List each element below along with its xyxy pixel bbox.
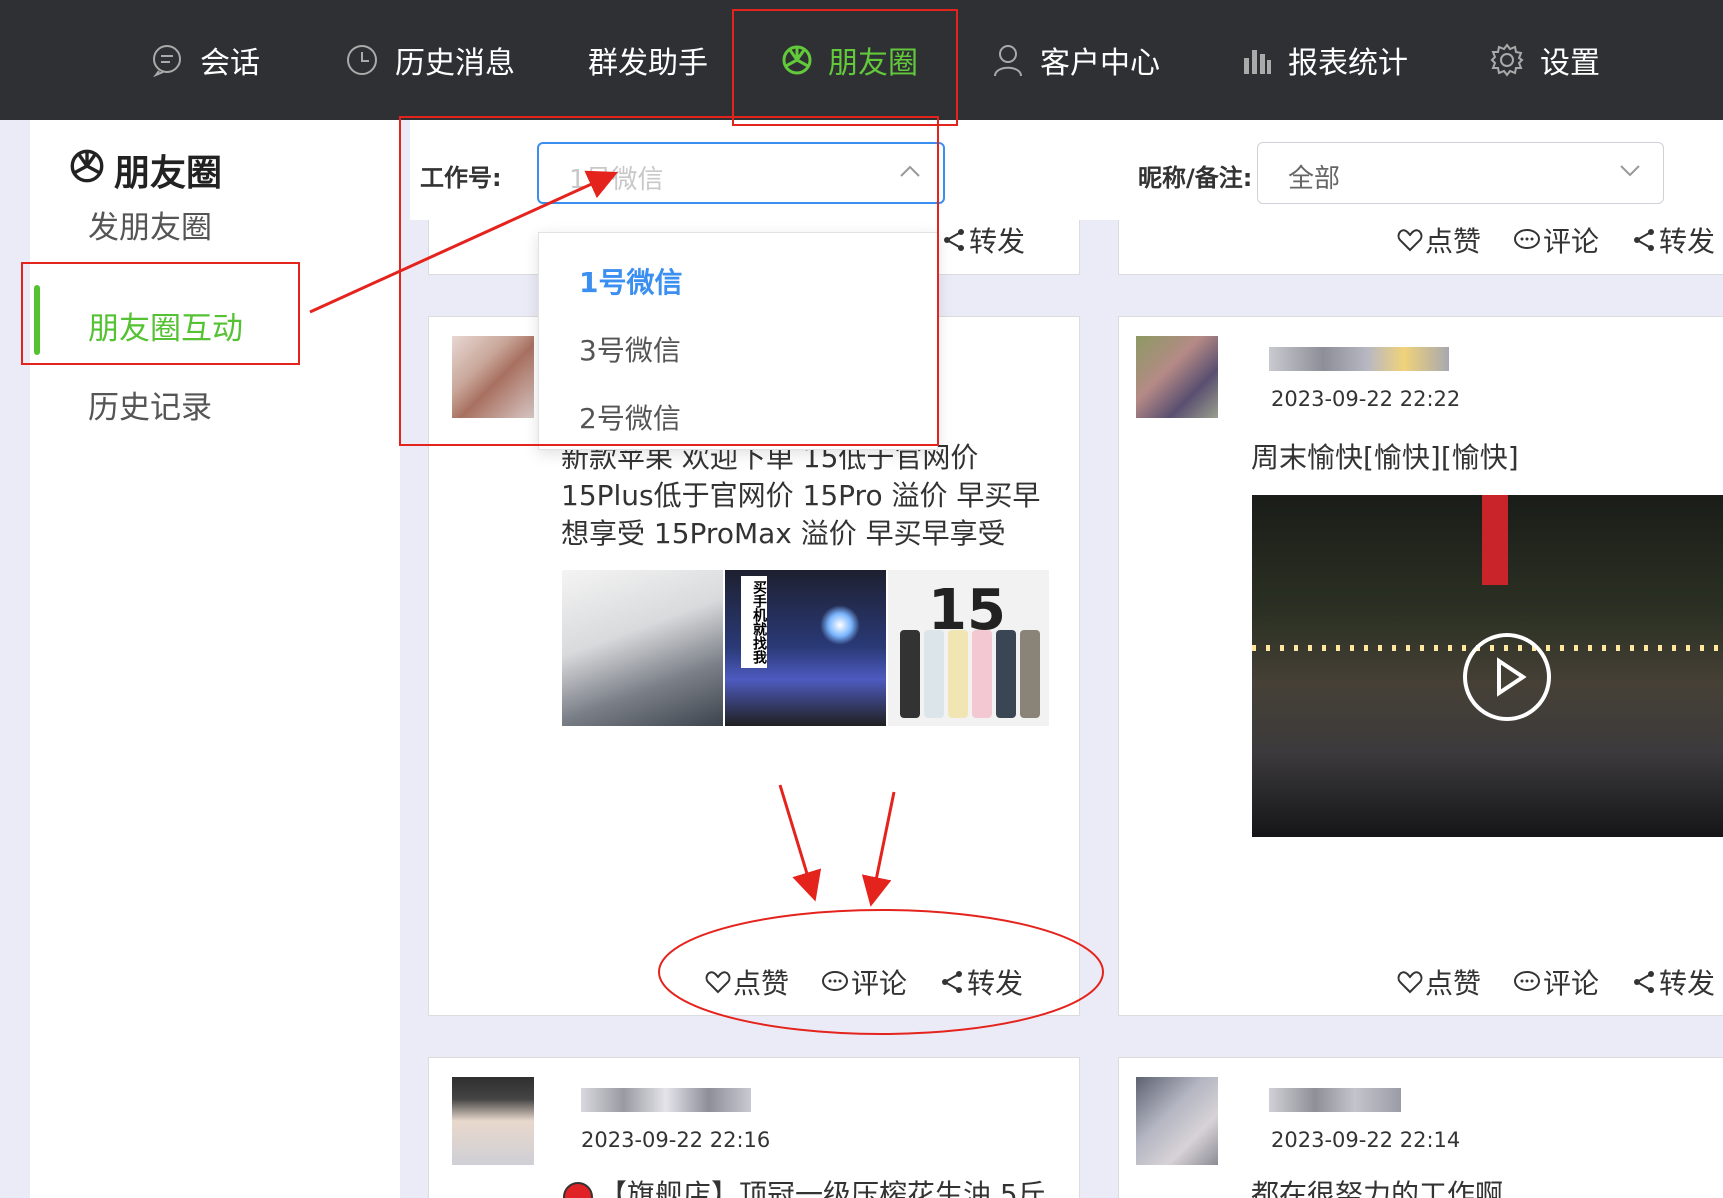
post-actions: 转发: [941, 220, 1025, 260]
post-text: 新款苹果 欢迎下单 15低于官网价 15Plus低于官网价 15Pro 溢价 早…: [561, 441, 1041, 550]
top-nav: 会话 历史消息 群发助手 朋友圈 客户中心 报表统计 设置: [0, 0, 1723, 120]
share-icon: [1634, 229, 1655, 251]
share-button[interactable]: 转发: [1631, 962, 1715, 1002]
nickname-value: 全部: [1288, 164, 1341, 194]
bar-chart-icon: [1242, 46, 1272, 74]
sidebar-title: 朋友圈: [70, 144, 222, 196]
share-icon: [942, 971, 963, 993]
work-account-dropdown: 1号微信 3号微信 2号微信: [538, 232, 938, 450]
avatar[interactable]: [452, 1077, 534, 1165]
sidebar-item-history[interactable]: 历史记录: [88, 382, 212, 427]
aperture-icon: [782, 45, 812, 75]
dropdown-option[interactable]: 3号微信: [579, 329, 681, 369]
post-time: 2023-09-22 22:16: [581, 1128, 771, 1152]
nav-label: 历史消息: [395, 46, 515, 81]
post-text: 【旗舰店】顶冠一级压榨花生油 5斤: [599, 1178, 1046, 1198]
nav-label: 会话: [200, 46, 260, 81]
share-button[interactable]: 转发: [941, 220, 1025, 260]
dropdown-option[interactable]: 2号微信: [579, 397, 681, 437]
like-button[interactable]: 点赞: [1397, 962, 1481, 1002]
post-image[interactable]: [562, 570, 723, 726]
share-button[interactable]: 转发: [939, 962, 1023, 1002]
nav-label: 客户中心: [1040, 46, 1160, 81]
post-actions: 点赞 评论 转发: [705, 962, 1023, 1002]
heart-icon: [1397, 229, 1423, 252]
avatar[interactable]: [1136, 1077, 1218, 1165]
nav-item-moments[interactable]: 朋友圈: [782, 0, 918, 120]
dropdown-option[interactable]: 1号微信: [579, 261, 682, 301]
post-text: 都在很努力的工作啊: [1251, 1178, 1504, 1198]
comment-button[interactable]: 评论: [1513, 220, 1599, 260]
nickname-select[interactable]: 全部: [1257, 142, 1664, 204]
like-button[interactable]: 点赞: [1397, 220, 1481, 260]
glow: [820, 605, 860, 645]
sidebar-item-post[interactable]: 发朋友圈: [88, 202, 212, 247]
comment-button[interactable]: 评论: [1513, 962, 1599, 1002]
work-account-label: 工作号:: [420, 164, 502, 192]
post-actions: 点赞 评论 转发: [1397, 962, 1715, 1002]
play-icon[interactable]: [1463, 633, 1551, 721]
share-icon: [1634, 971, 1655, 993]
post-text: 周末愉快[愉快][愉快]: [1251, 441, 1519, 474]
sidebar: 朋友圈 发朋友圈 朋友圈互动 历史记录: [30, 120, 400, 1198]
post-image[interactable]: 买手机就找我: [725, 570, 886, 726]
post-image[interactable]: 15: [888, 570, 1049, 726]
post-card-prev-right: 点赞 评论 转发: [1118, 220, 1723, 275]
aperture-icon: [70, 149, 104, 192]
comment-icon: [1514, 229, 1541, 249]
avatar[interactable]: [452, 336, 534, 418]
nav-item-settings[interactable]: 设置: [1490, 0, 1600, 120]
nav-label: 群发助手: [588, 46, 708, 81]
username-blurred: [1269, 1088, 1401, 1112]
sidebar-item-interaction[interactable]: 朋友圈互动: [88, 303, 243, 348]
sidebar-title-text: 朋友圈: [114, 153, 223, 194]
post-video[interactable]: [1252, 495, 1723, 837]
nav-label: 设置: [1540, 46, 1600, 81]
heart-icon: [1397, 971, 1423, 994]
nav-item-chat[interactable]: 会话: [150, 0, 260, 120]
nav-label: 朋友圈: [828, 46, 918, 81]
active-indicator: [34, 285, 40, 355]
username-blurred: [581, 1088, 751, 1112]
post-card: 2023-09-22 22:16 【旗舰店】顶冠一级压榨花生油 5斤: [428, 1057, 1080, 1198]
nickname-label: 昵称/备注:: [1138, 164, 1253, 192]
nav-item-mass-send[interactable]: 群发助手: [588, 0, 708, 120]
post-actions: 点赞 评论 转发: [1397, 220, 1715, 260]
heart-icon: [705, 971, 731, 994]
clock-icon: [345, 43, 379, 77]
avatar[interactable]: [1136, 336, 1218, 418]
nav-label: 报表统计: [1288, 46, 1408, 81]
filter-bar: 工作号: 1号微信 昵称/备注: 全部: [410, 120, 1723, 220]
gear-icon: [1490, 43, 1524, 77]
post-card: 2023-09-22 22:14 都在很努力的工作啊: [1118, 1057, 1723, 1198]
comment-icon: [822, 971, 849, 991]
chat-icon: [150, 43, 184, 77]
sign-caption: 买手机就找我: [741, 576, 767, 668]
share-button[interactable]: 转发: [1631, 220, 1715, 260]
user-icon: [992, 43, 1024, 77]
comment-button[interactable]: 评论: [821, 962, 907, 1002]
post-time: 2023-09-22 22:14: [1271, 1128, 1461, 1152]
work-account-select[interactable]: 1号微信: [537, 142, 945, 204]
phone-row: [900, 630, 1040, 718]
comment-icon: [1514, 971, 1541, 991]
nav-item-reports[interactable]: 报表统计: [1242, 0, 1408, 120]
post-card: 2023-09-22 22:22 周末愉快[愉快][愉快] 点赞 评论 转发: [1118, 316, 1723, 1016]
like-button[interactable]: 点赞: [705, 962, 789, 1002]
work-account-value: 1号微信: [569, 165, 664, 195]
username-blurred: [1269, 347, 1449, 371]
nav-item-history[interactable]: 历史消息: [345, 0, 515, 120]
nav-item-customer[interactable]: 客户中心: [992, 0, 1160, 120]
share-icon: [944, 229, 964, 251]
post-time: 2023-09-22 22:22: [1271, 387, 1461, 411]
red-dot-icon: [563, 1182, 593, 1198]
flag: [1482, 495, 1508, 585]
